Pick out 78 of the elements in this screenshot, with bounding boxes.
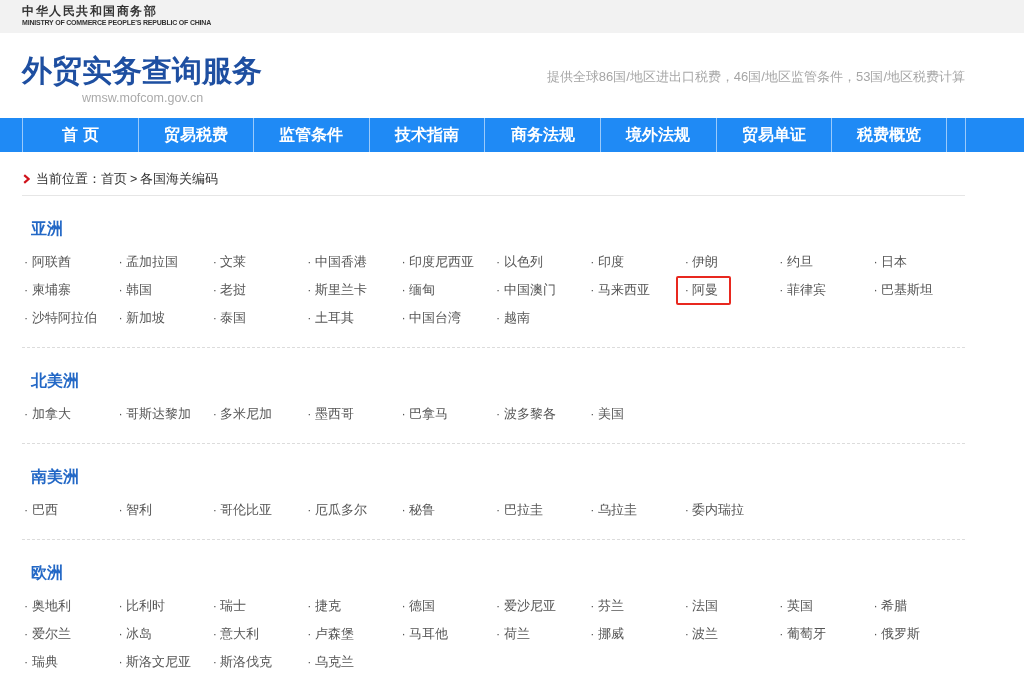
region-heading: 北美洲 xyxy=(31,371,79,391)
country-link[interactable]: · 波多黎各 xyxy=(486,399,569,429)
country-link[interactable]: · 巴拉圭 xyxy=(486,495,556,525)
country-link[interactable]: · 芬兰 xyxy=(581,591,637,621)
country-link[interactable]: · 斯里兰卡 xyxy=(298,275,380,305)
country-link[interactable]: · 印度尼西亚 xyxy=(392,247,488,277)
country-link[interactable]: · 文莱 xyxy=(203,247,260,277)
country-link[interactable]: · 缅甸 xyxy=(392,275,449,305)
country-link[interactable]: · 马来西亚 xyxy=(581,275,663,305)
country-link[interactable]: · 越南 xyxy=(486,303,543,333)
country-link[interactable]: · 约旦 xyxy=(770,247,826,277)
region-heading: 欧洲 xyxy=(31,563,63,583)
country-link[interactable]: · 俄罗斯 xyxy=(864,619,934,649)
country-link[interactable]: · 葡萄牙 xyxy=(770,619,839,649)
country-link[interactable]: · 希腊 xyxy=(864,591,921,621)
country-link[interactable]: · 加拿大 xyxy=(15,399,84,429)
country-link[interactable]: · 菲律宾 xyxy=(770,275,839,305)
country-link[interactable]: · 波兰 xyxy=(675,619,732,649)
site-title: 外贸实务查询服务 xyxy=(22,53,262,88)
breadcrumb-label: 当前位置： xyxy=(36,171,101,187)
country-link[interactable]: · 中国澳门 xyxy=(486,275,569,305)
country-link[interactable]: · 冰岛 xyxy=(109,619,166,649)
site-tagline: 提供全球86国/地区进出口税费，46国/地区监管条件，53国/地区税费计算 xyxy=(546,68,965,86)
region-heading: 南美洲 xyxy=(31,467,79,487)
country-link[interactable]: · 巴拿马 xyxy=(392,399,462,429)
country-link[interactable]: · 斯洛文尼亚 xyxy=(109,647,205,677)
country-link[interactable]: · 印度 xyxy=(581,247,637,277)
country-link[interactable]: · 美国 xyxy=(581,399,637,429)
country-link[interactable]: · 泰国 xyxy=(203,303,260,333)
country-link[interactable]: · 巴西 xyxy=(15,495,71,525)
country-link[interactable]: · 老挝 xyxy=(203,275,260,305)
country-link[interactable]: · 以色列 xyxy=(486,247,556,277)
country-link[interactable]: · 捷克 xyxy=(298,591,354,621)
country-link[interactable]: · 柬埔寨 xyxy=(15,275,84,305)
country-link[interactable]: · 爱沙尼亚 xyxy=(486,591,569,621)
country-link[interactable]: · 沙特阿拉伯 xyxy=(15,303,110,333)
country-link[interactable]: · 中国台湾 xyxy=(392,303,475,333)
country-link[interactable]: · 委内瑞拉 xyxy=(675,495,758,525)
country-link[interactable]: · 乌克兰 xyxy=(298,647,367,677)
country-link[interactable]: · 厄瓜多尔 xyxy=(298,495,380,525)
country-link[interactable]: · 瑞士 xyxy=(203,591,260,621)
country-link[interactable]: · 意大利 xyxy=(203,619,273,649)
breadcrumb-link[interactable]: 首页 xyxy=(101,171,127,187)
country-link[interactable]: · 多米尼加 xyxy=(203,399,286,429)
country-link[interactable]: · 中国香港 xyxy=(298,247,380,277)
country-link[interactable]: · 挪威 xyxy=(581,619,637,649)
country-link[interactable]: · 马耳他 xyxy=(392,619,462,649)
country-link[interactable]: · 智利 xyxy=(109,495,166,525)
country-link[interactable]: · 英国 xyxy=(770,591,826,621)
country-link[interactable]: · 奥地利 xyxy=(15,591,84,621)
country-link[interactable]: · 法国 xyxy=(675,591,732,621)
country-link[interactable]: · 哥斯达黎加 xyxy=(109,399,205,429)
country-link[interactable]: · 阿联酋 xyxy=(15,247,84,277)
country-link[interactable]: · 荷兰 xyxy=(486,619,543,649)
country-link[interactable]: · 斯洛伐克 xyxy=(203,647,286,677)
country-link[interactable]: · 土耳其 xyxy=(298,303,367,333)
breadcrumb-separator: > xyxy=(130,171,138,187)
country-link[interactable]: · 秘鲁 xyxy=(392,495,449,525)
country-link[interactable]: · 墨西哥 xyxy=(298,399,367,429)
country-link[interactable]: · 爱尔兰 xyxy=(15,619,84,649)
country-link[interactable]: · 阿曼 xyxy=(675,275,732,305)
logo-title: 中华人民共和国商务部 xyxy=(22,3,157,18)
country-link[interactable]: · 卢森堡 xyxy=(298,619,367,649)
country-link[interactable]: · 新加坡 xyxy=(109,303,179,333)
country-link[interactable]: · 瑞典 xyxy=(15,647,71,677)
region-heading: 亚洲 xyxy=(31,219,63,239)
country-link[interactable]: · 韩国 xyxy=(109,275,166,305)
country-link[interactable]: · 德国 xyxy=(392,591,449,621)
country-link[interactable]: · 比利时 xyxy=(109,591,179,621)
breadcrumb-current: 各国海关编码 xyxy=(140,171,219,187)
country-link[interactable]: · 日本 xyxy=(864,247,921,277)
site-domain: wmsw.mofcom.gov.cn xyxy=(82,90,204,106)
chevron-icon xyxy=(23,174,30,184)
country-link[interactable]: · 乌拉圭 xyxy=(581,495,650,525)
country-link[interactable]: · 孟加拉国 xyxy=(109,247,192,277)
country-link[interactable]: · 哥伦比亚 xyxy=(203,495,286,525)
country-link[interactable]: · 伊朗 xyxy=(675,247,732,277)
country-link[interactable]: · 巴基斯坦 xyxy=(864,275,947,305)
